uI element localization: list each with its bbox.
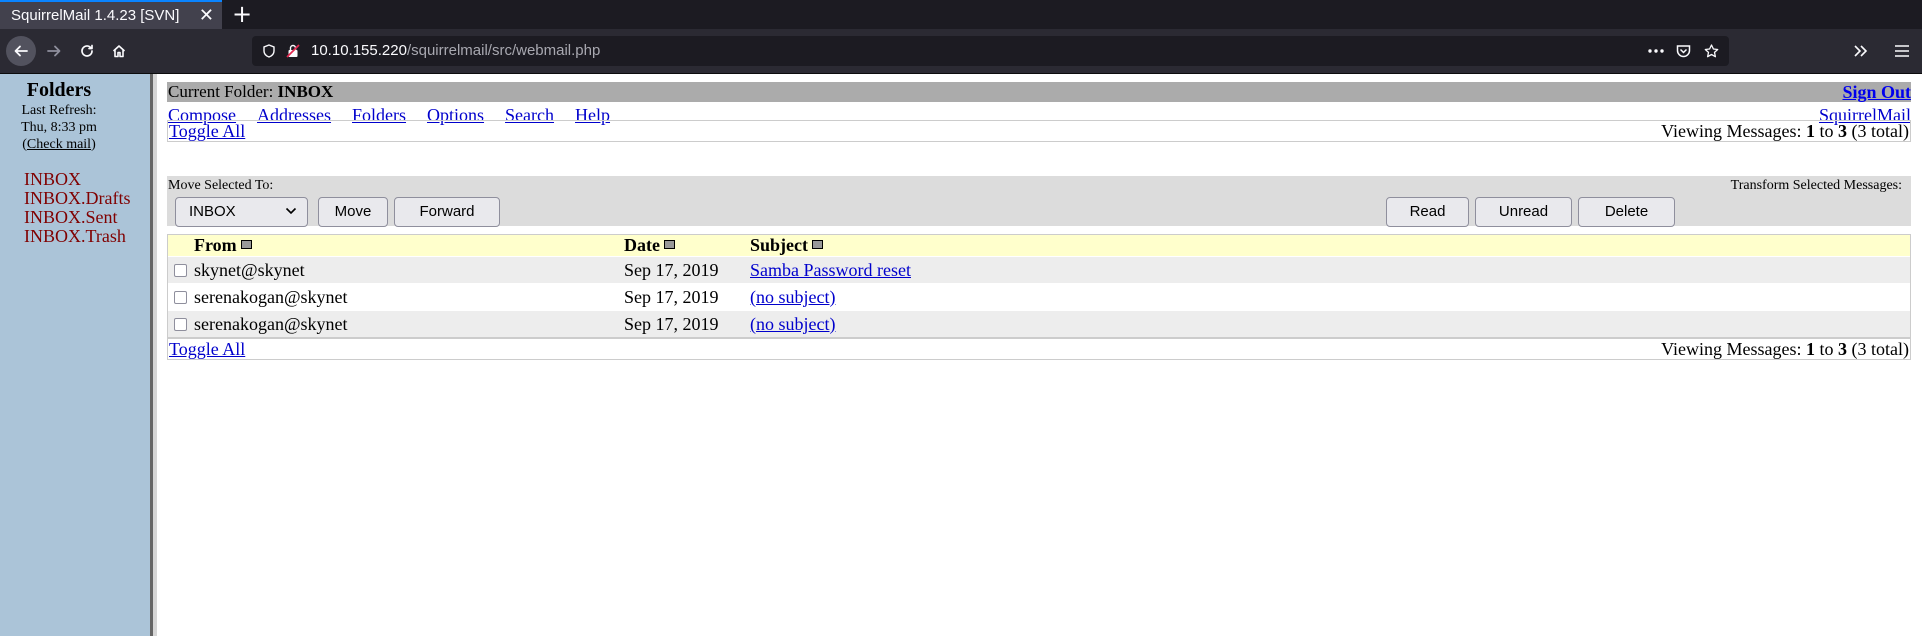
forward-button[interactable] [39, 36, 69, 66]
close-tab-icon[interactable]: ✕ [199, 5, 214, 26]
sort-icon[interactable] [812, 240, 823, 249]
folder-list: INBOX INBOX.Drafts INBOX.Sent INBOX.Tras… [24, 170, 130, 246]
new-tab-icon[interactable]: + [232, 0, 252, 29]
paging-bar-top: Toggle All Viewing Messages: 1 to 3 (3 t… [167, 120, 1911, 142]
folder-item-trash[interactable]: INBOX.Trash [24, 227, 130, 246]
browser-tab[interactable]: SquirrelMail 1.4.23 [SVN] ✕ [0, 0, 222, 29]
reload-button[interactable] [72, 36, 102, 66]
overflow-chevron-icon[interactable] [1853, 44, 1869, 58]
back-button[interactable] [6, 36, 36, 66]
message-from: serenakogan@skynet [194, 314, 348, 334]
column-header-from[interactable]: From [194, 235, 252, 256]
sort-icon[interactable] [663, 240, 675, 249]
viewing-total: (3 total) [1851, 121, 1909, 141]
message-subject-link[interactable]: (no subject) [750, 314, 835, 335]
move-target-select[interactable]: INBOX [175, 197, 308, 227]
delete-button[interactable]: Delete [1578, 197, 1675, 227]
message-from: serenakogan@skynet [194, 287, 348, 307]
message-date: Sep 17, 2019 [624, 314, 719, 334]
hamburger-menu-icon[interactable] [1894, 44, 1910, 58]
url-bar[interactable]: 10.10.155.220/squirrelmail/src/webmail.p… [252, 36, 1729, 66]
viewing-last: 3 [1838, 121, 1848, 141]
message-table: From Date Subject skynet@skynet Sep 17, … [167, 234, 1911, 338]
column-header-date[interactable]: Date [624, 235, 675, 256]
tab-title: SquirrelMail 1.4.23 [SVN] [11, 7, 180, 24]
unread-button[interactable]: Unread [1475, 197, 1572, 227]
url-text[interactable]: 10.10.155.220/squirrelmail/src/webmail.p… [311, 42, 600, 59]
url-path: /squirrelmail/src/webmail.php [406, 42, 601, 59]
column-subject-label: Subject [750, 235, 808, 255]
viewing-messages: Viewing Messages: 1 to 3 (3 total) [1661, 339, 1909, 360]
bookmark-star-icon[interactable] [1704, 44, 1719, 58]
column-date-label: Date [624, 235, 660, 255]
transform-selected-label: Transform Selected Messages: [1730, 178, 1902, 193]
check-mail-link[interactable]: Check mail [27, 137, 91, 152]
viewing-to: to [1819, 339, 1834, 359]
table-row[interactable]: serenakogan@skynet Sep 17, 2019 (no subj… [168, 310, 1910, 337]
current-folder-name: INBOX [277, 82, 334, 101]
paging-bar-bottom: Toggle All Viewing Messages: 1 to 3 (3 t… [167, 338, 1911, 360]
table-row[interactable]: skynet@skynet Sep 17, 2019 Samba Passwor… [168, 256, 1910, 283]
folder-item-sent[interactable]: INBOX.Sent [24, 208, 130, 227]
viewing-messages: Viewing Messages: 1 to 3 (3 total) [1661, 121, 1909, 142]
message-checkbox[interactable] [174, 264, 187, 277]
message-date: Sep 17, 2019 [624, 287, 719, 307]
move-button[interactable]: Move [318, 197, 388, 227]
viewing-prefix: Viewing Messages: [1661, 121, 1802, 141]
message-from: skynet@skynet [194, 260, 305, 280]
viewing-last: 3 [1838, 339, 1848, 359]
move-target-value: INBOX [189, 203, 236, 220]
sign-out-link[interactable]: Sign Out [1842, 82, 1911, 103]
toggle-all-link[interactable]: Toggle All [169, 339, 245, 360]
sort-icon[interactable] [240, 240, 252, 249]
table-header: From Date Subject [168, 235, 1910, 256]
message-subject-link[interactable]: (no subject) [750, 287, 835, 308]
toggle-all-link[interactable]: Toggle All [169, 121, 245, 142]
message-subject-link[interactable]: Samba Password reset [750, 260, 911, 281]
message-list-pane: Current Folder: INBOX Sign Out Compose Ad… [157, 74, 1922, 636]
browser-nav-bar: 10.10.155.220/squirrelmail/src/webmail.p… [0, 29, 1922, 74]
shield-icon[interactable] [262, 44, 276, 58]
reload-icon [81, 44, 93, 57]
message-date: Sep 17, 2019 [624, 260, 719, 280]
folder-item-drafts[interactable]: INBOX.Drafts [24, 189, 130, 208]
last-refresh-time: Thu, 8:33 pm [21, 120, 97, 135]
check-mail: (Check mail) [0, 136, 118, 153]
current-folder: Current Folder: INBOX [168, 82, 333, 102]
read-button[interactable]: Read [1386, 197, 1469, 227]
url-host: 10.10.155.220 [311, 42, 407, 59]
forward-arrow-icon [47, 45, 61, 57]
viewing-first: 1 [1806, 121, 1815, 141]
message-checkbox[interactable] [174, 318, 187, 331]
insecure-lock-icon[interactable] [286, 44, 300, 58]
viewing-to: to [1819, 121, 1834, 141]
viewing-prefix: Viewing Messages: [1661, 339, 1802, 359]
check-mail-close: ) [91, 137, 96, 152]
pocket-icon[interactable] [1676, 44, 1691, 58]
column-from-label: From [194, 235, 237, 255]
folder-header: Current Folder: INBOX Sign Out [167, 82, 1911, 102]
viewing-total: (3 total) [1851, 339, 1909, 359]
folders-title: Folders [26, 79, 92, 101]
current-folder-label: Current Folder: [168, 82, 274, 101]
folder-item-inbox[interactable]: INBOX [24, 170, 130, 189]
page-actions-icon[interactable] [1648, 48, 1664, 54]
browser-tab-bar: SquirrelMail 1.4.23 [SVN] ✕ + [0, 0, 1922, 29]
home-button[interactable] [104, 36, 134, 66]
chevron-down-icon [285, 207, 297, 215]
folder-pane: Folders Last Refresh: Thu, 8:33 pm (Chec… [0, 74, 153, 636]
forward-button[interactable]: Forward [394, 197, 500, 227]
table-row[interactable]: serenakogan@skynet Sep 17, 2019 (no subj… [168, 283, 1910, 310]
back-arrow-icon [14, 45, 28, 57]
home-icon [112, 45, 126, 58]
last-refresh-label: Last Refresh: [21, 103, 97, 118]
actions-bar: Move Selected To: INBOX Move Forward Tra… [167, 176, 1911, 227]
viewing-first: 1 [1806, 339, 1815, 359]
last-refresh: Last Refresh: Thu, 8:33 pm (Check mail) [0, 102, 118, 153]
move-selected-label: Move Selected To: [168, 178, 274, 193]
column-header-subject[interactable]: Subject [750, 235, 823, 256]
message-checkbox[interactable] [174, 291, 187, 304]
